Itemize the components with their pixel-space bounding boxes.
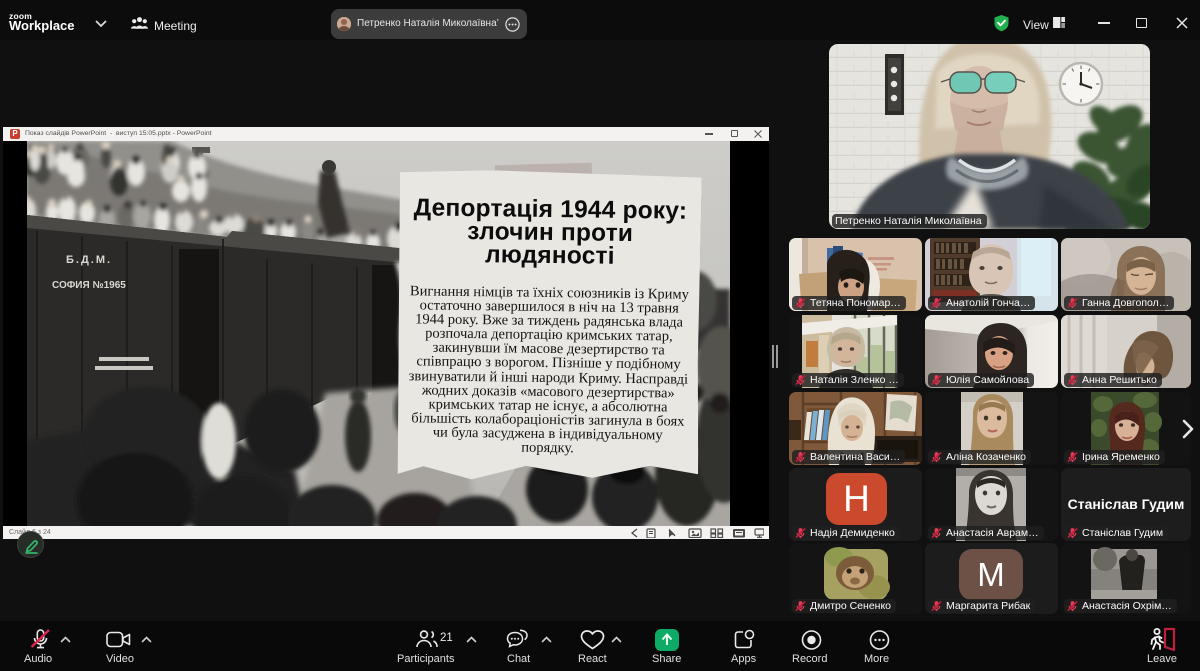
svg-text:СОФИЯ №1965: СОФИЯ №1965 [52, 280, 126, 291]
svg-text:Б.Д.М.: Б.Д.М. [66, 254, 112, 266]
